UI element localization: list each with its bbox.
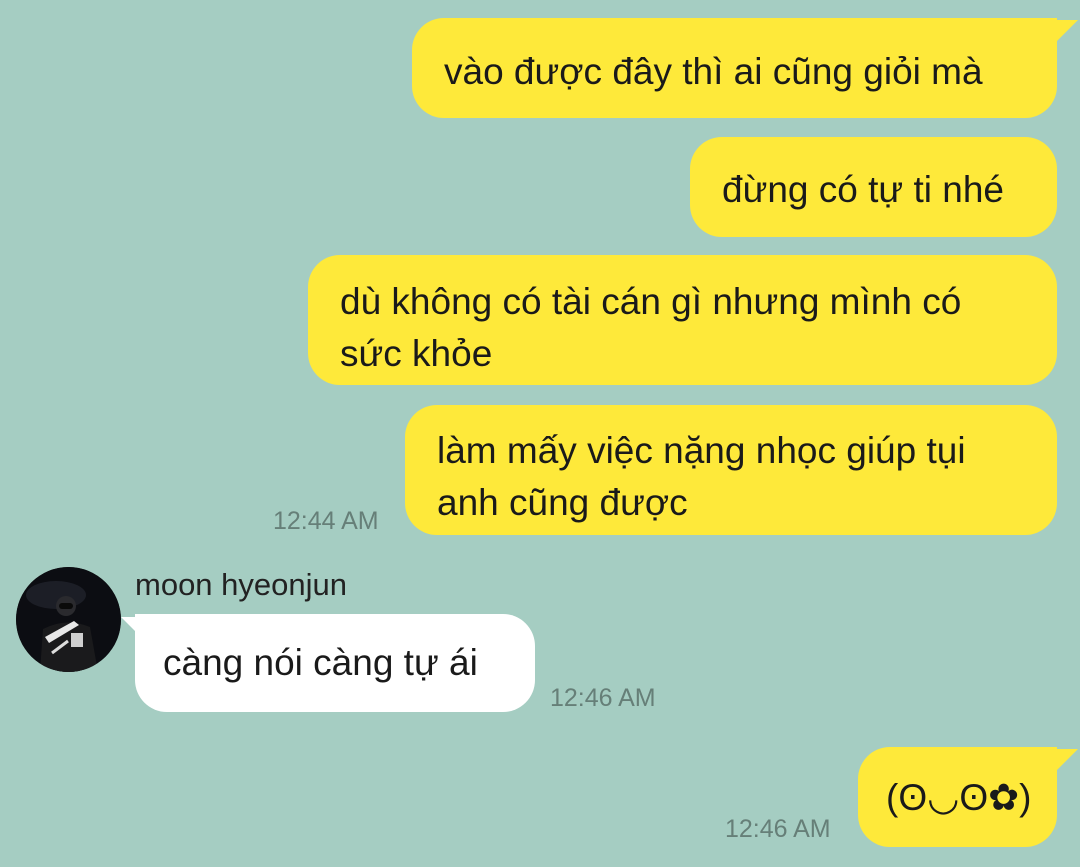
message-timestamp: 12:46 AM [725, 815, 831, 843]
bubble-tail [1056, 20, 1078, 42]
message-text: dù không có tài cán gì nhưng mình có sức… [340, 281, 962, 374]
message-text: (ʘ◡ʘ✿) [886, 777, 1032, 818]
message-bubble-incoming[interactable]: càng nói càng tự ái [135, 614, 535, 712]
message-timestamp: 12:46 AM [550, 684, 656, 712]
message-bubble-outgoing[interactable]: dù không có tài cán gì nhưng mình có sức… [308, 255, 1057, 385]
message-timestamp: 12:44 AM [273, 507, 379, 535]
message-text: càng nói càng tự ái [163, 642, 478, 683]
avatar[interactable] [16, 567, 121, 672]
message-bubble-outgoing[interactable]: vào được đây thì ai cũng giỏi mà [412, 18, 1057, 118]
message-bubble-outgoing[interactable]: đừng có tự ti nhé [690, 137, 1057, 237]
bubble-tail [1056, 749, 1078, 771]
message-bubble-outgoing[interactable]: làm mấy việc nặng nhọc giúp tụi anh cũng… [405, 405, 1057, 535]
sender-name: moon hyeonjun [135, 567, 347, 602]
message-text: vào được đây thì ai cũng giỏi mà [444, 51, 983, 92]
message-text: đừng có tự ti nhé [722, 169, 1004, 210]
message-bubble-outgoing[interactable]: (ʘ◡ʘ✿) [858, 747, 1057, 847]
message-text: làm mấy việc nặng nhọc giúp tụi anh cũng… [437, 430, 966, 523]
user-avatar-icon [16, 567, 121, 672]
